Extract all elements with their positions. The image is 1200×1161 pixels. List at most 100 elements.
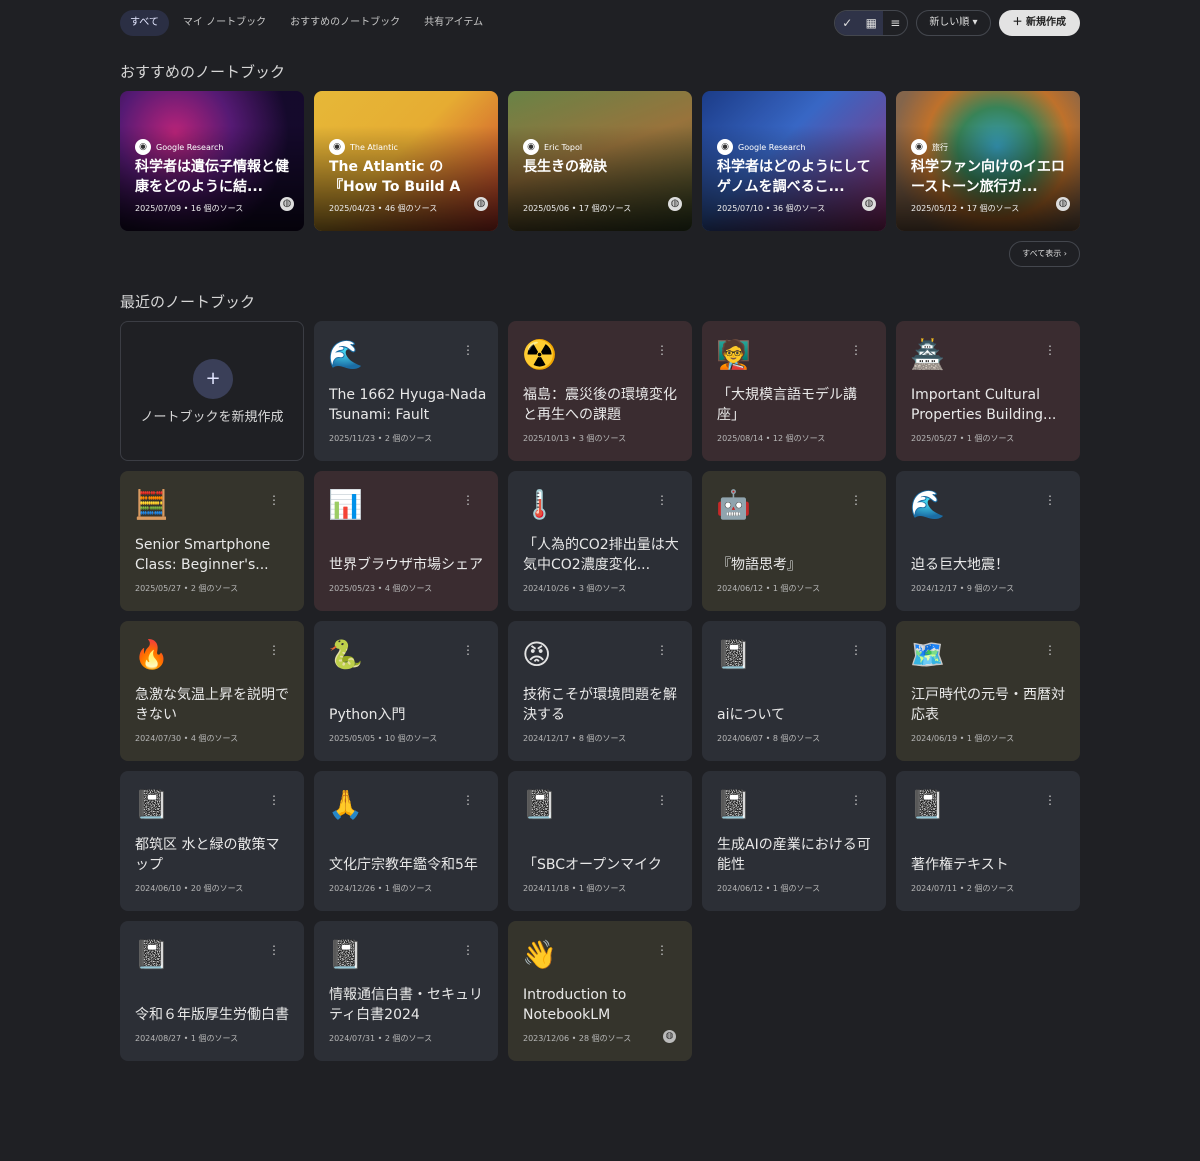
- more-options-icon[interactable]: ⋮: [462, 493, 474, 507]
- more-options-icon[interactable]: ⋮: [850, 493, 862, 507]
- more-options-icon[interactable]: ⋮: [850, 343, 862, 357]
- notebook-title: 「人為的CO2排出量は大気中CO2濃度変化...: [523, 537, 679, 573]
- view-controls: ✓ ▦ ≡ 新しい順 ▾ ＋ 新規作成: [834, 10, 1080, 36]
- featured-card[interactable]: ◉ Google Research 科学者はどのようにしてゲノムを調べるこ... 20…: [702, 91, 886, 231]
- more-options-icon[interactable]: ⋮: [656, 793, 668, 807]
- notebook-card[interactable]: 🤖 ⋮ 『物語思考』 2024/06/12 • 1 個のソース: [702, 471, 886, 611]
- grid-view-icon[interactable]: ▦: [859, 11, 884, 35]
- featured-card-title: 長生きの秘訣: [523, 159, 607, 175]
- tab-shared-items[interactable]: 共有アイテム: [414, 10, 493, 36]
- more-options-icon[interactable]: ⋮: [850, 643, 862, 657]
- notebook-card[interactable]: 🔥 ⋮ 急激な気温上昇を説明できない 2024/07/30 • 4 個のソース: [120, 621, 304, 761]
- notebook-emoji-icon: 🤖: [716, 488, 751, 521]
- notebook-meta: 2024/06/10 • 20 個のソース: [135, 884, 244, 893]
- notebook-card[interactable]: 📓 ⋮ aiについて 2024/06/07 • 8 個のソース: [702, 621, 886, 761]
- more-options-icon[interactable]: ⋮: [462, 643, 474, 657]
- notebook-title: 技術こそが環境問題を解決する: [523, 687, 677, 723]
- show-all-button[interactable]: すべて表示 ›: [1009, 241, 1080, 267]
- notebook-card[interactable]: 👋 ⋮ Introduction to NotebookLM 2023/12/06 •…: [508, 921, 692, 1061]
- sort-dropdown[interactable]: 新しい順 ▾: [916, 10, 991, 36]
- notebook-title: 『物語思考』: [717, 557, 801, 573]
- notebook-emoji-icon: 🔥: [134, 638, 169, 671]
- notebook-card[interactable]: 🌡️ ⋮ 「人為的CO2排出量は大気中CO2濃度変化... 2024/10/26 • …: [508, 471, 692, 611]
- notebook-emoji-icon: 📊: [328, 488, 363, 521]
- notebook-card[interactable]: 🏯 ⋮ Important Cultural Properties Building…: [896, 321, 1080, 461]
- more-options-icon[interactable]: ⋮: [268, 943, 280, 957]
- notebook-meta: 2024/10/26 • 3 個のソース: [523, 584, 627, 593]
- more-options-icon[interactable]: ⋮: [1044, 493, 1056, 507]
- featured-card[interactable]: ◉ Eric Topol 長生きの秘訣 2025/05/06 • 17 個のソース ◍: [508, 91, 692, 231]
- source-logo-icon: ◉: [911, 139, 927, 155]
- featured-notebooks: ◉ Google Research 科学者は遺伝子情報と健康をどのように結... 20…: [120, 91, 1080, 231]
- notebook-meta: 2024/07/11 • 2 個のソース: [911, 884, 1015, 893]
- more-options-icon[interactable]: ⋮: [656, 343, 668, 357]
- source-logo-icon: ◉: [717, 139, 733, 155]
- notebook-emoji-icon: 🏯: [910, 338, 945, 371]
- plus-icon: +: [193, 359, 233, 399]
- notebook-card[interactable]: 🌊 ⋮ 迫る巨大地震！ 2024/12/17 • 9 個のソース: [896, 471, 1080, 611]
- more-options-icon[interactable]: ⋮: [1044, 793, 1056, 807]
- new-notebook-card[interactable]: + ノートブックを新規作成: [120, 321, 304, 461]
- filter-tabs: すべて マイ ノートブック おすすめのノートブック 共有アイテム: [120, 10, 493, 36]
- create-new-button[interactable]: ＋ 新規作成: [998, 10, 1080, 36]
- featured-card-meta: 2025/05/12 • 17 個のソース: [911, 204, 1020, 213]
- notebook-meta: 2025/05/27 • 2 個のソース: [135, 584, 239, 593]
- notebook-emoji-icon: 🧑‍🏫: [716, 338, 751, 371]
- notebook-meta: 2024/12/17 • 8 個のソース: [523, 734, 627, 743]
- notebook-card[interactable]: 📓 ⋮ 情報通信白書・セキュリティ白書2024 2024/07/31 • 2 個のソー…: [314, 921, 498, 1061]
- public-globe-icon: ◍: [663, 1030, 676, 1043]
- more-options-icon[interactable]: ⋮: [1044, 643, 1056, 657]
- notebook-card[interactable]: 🌊 ⋮ The 1662 Hyuga-Nada Tsunami: Fault Mod…: [314, 321, 498, 461]
- tab-all[interactable]: すべて: [120, 10, 169, 36]
- more-options-icon[interactable]: ⋮: [850, 793, 862, 807]
- notebook-meta: 2025/05/27 • 1 個のソース: [911, 434, 1015, 443]
- notebook-card[interactable]: 📓 ⋮ 令和６年版厚生労働白書 2024/08/27 • 1 個のソース: [120, 921, 304, 1061]
- notebook-meta: 2023/12/06 • 28 個のソース: [523, 1034, 632, 1043]
- notebook-card[interactable]: ☢️ ⋮ 福島：震災後の環境変化と再生への課題 2025/10/13 • 3 個のソー…: [508, 321, 692, 461]
- more-options-icon[interactable]: ⋮: [462, 343, 474, 357]
- notebook-meta: 2024/07/30 • 4 個のソース: [135, 734, 239, 743]
- more-options-icon[interactable]: ⋮: [656, 643, 668, 657]
- more-options-icon[interactable]: ⋮: [462, 793, 474, 807]
- notebook-card[interactable]: 📓 ⋮ 生成AIの産業における可能性 2024/06/12 • 1 個のソース: [702, 771, 886, 911]
- notebook-emoji-icon: 📓: [910, 788, 945, 821]
- notebook-card[interactable]: 🐍 ⋮ Python入門 2025/05/05 • 10 個のソース: [314, 621, 498, 761]
- notebook-emoji-icon: 🌡️: [522, 488, 557, 521]
- source-logo-icon: ◉: [135, 139, 151, 155]
- notebook-card[interactable]: 🗺️ ⋮ 江戸時代の元号・西暦対応表 2024/06/19 • 1 個のソース: [896, 621, 1080, 761]
- featured-card[interactable]: ◉ 旅行 科学ファン向けのイエローストーン旅行ガ... 2025/05/12 • 17…: [896, 91, 1080, 231]
- notebook-meta: 2025/11/23 • 2 個のソース: [329, 434, 433, 443]
- notebook-card[interactable]: 📓 ⋮ 著作権テキスト 2024/07/11 • 2 個のソース: [896, 771, 1080, 911]
- more-options-icon[interactable]: ⋮: [656, 493, 668, 507]
- notebook-emoji-icon: 🧮: [134, 488, 169, 521]
- notebook-card[interactable]: 🧑‍🏫 ⋮ 「大規模言語モデル講座」 2025/08/14 • 12 個のソース: [702, 321, 886, 461]
- source-name: Google Research: [738, 142, 806, 152]
- featured-card-title: 科学者は遺伝子情報と健康をどのように結...: [135, 159, 289, 195]
- notebook-card[interactable]: 😡 ⋮ 技術こそが環境問題を解決する 2024/12/17 • 8 個のソース: [508, 621, 692, 761]
- featured-card[interactable]: ◉ The Atlantic The Atlantic の『How To Build…: [314, 91, 498, 231]
- more-options-icon[interactable]: ⋮: [268, 493, 280, 507]
- notebook-emoji-icon: 📓: [522, 788, 557, 821]
- notebook-title: Introduction to NotebookLM: [523, 987, 627, 1023]
- notebook-emoji-icon: 📓: [134, 788, 169, 821]
- notebook-card[interactable]: 🧮 ⋮ Senior Smartphone Class: Beginner's...…: [120, 471, 304, 611]
- notebook-meta: 2024/12/17 • 9 個のソース: [911, 584, 1015, 593]
- more-options-icon[interactable]: ⋮: [656, 943, 668, 957]
- tab-featured-notebooks[interactable]: おすすめのノートブック: [280, 10, 410, 36]
- notebook-emoji-icon: 🗺️: [910, 638, 945, 671]
- list-view-icon[interactable]: ≡: [883, 11, 907, 35]
- notebook-card[interactable]: 🙏 ⋮ 文化庁宗教年鑑令和5年 2024/12/26 • 1 個のソース: [314, 771, 498, 911]
- notebook-emoji-icon: 📓: [716, 788, 751, 821]
- more-options-icon[interactable]: ⋮: [1044, 343, 1056, 357]
- notebook-card[interactable]: 📊 ⋮ 世界ブラウザ市場シェア 2025/05/23 • 4 個のソース: [314, 471, 498, 611]
- featured-card[interactable]: ◉ Google Research 科学者は遺伝子情報と健康をどのように結... 20…: [120, 91, 304, 231]
- more-options-icon[interactable]: ⋮: [268, 643, 280, 657]
- notebook-emoji-icon: ☢️: [522, 338, 557, 371]
- tab-my-notebooks[interactable]: マイ ノートブック: [173, 10, 276, 36]
- notebook-title: 福島：震災後の環境変化と再生への課題: [523, 387, 677, 423]
- notebook-card[interactable]: 📓 ⋮ 「SBCオープンマイク 2024/11/18 • 1 個のソース: [508, 771, 692, 911]
- more-options-icon[interactable]: ⋮: [268, 793, 280, 807]
- notebook-title: 江戸時代の元号・西暦対応表: [911, 687, 1065, 723]
- notebook-card[interactable]: 📓 ⋮ 都筑区 水と緑の散策マップ 2024/06/10 • 20 個のソース: [120, 771, 304, 911]
- more-options-icon[interactable]: ⋮: [462, 943, 474, 957]
